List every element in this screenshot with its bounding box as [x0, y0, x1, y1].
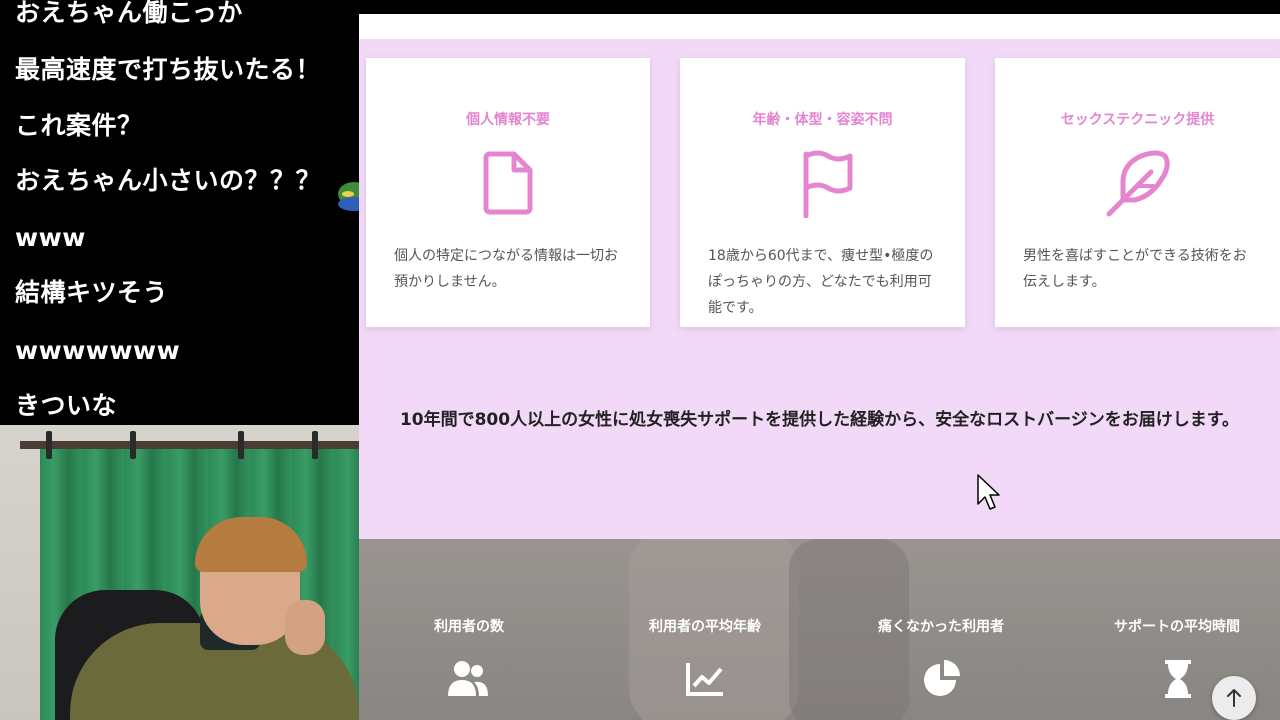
curtain-clip	[46, 431, 52, 459]
chat-message: 結構キツそう	[15, 278, 169, 307]
feather-icon	[1106, 150, 1170, 217]
pie-chart-icon	[924, 660, 960, 696]
feature-card-anyone: 年齢・体型・容姿不問 18歳から60代まで、痩せ型•極度のぽっちゃりの方、どなた…	[680, 58, 965, 327]
hourglass-icon	[1165, 660, 1191, 698]
curtain-rod	[20, 441, 359, 449]
feature-card-title: 個人情報不要	[466, 112, 550, 128]
webcam-feed	[0, 425, 359, 720]
feature-card-text: 個人の特定につながる情報は一切お預かりしません。	[394, 248, 618, 290]
chat-overlay: おえちゃん働こっか 最高速度で打ち抜いたる！ これ案件？ おえちゃん小さいの？？…	[0, 0, 359, 425]
mouse-cursor-icon	[977, 474, 1000, 510]
chat-message: wwwwwww	[15, 336, 181, 365]
site-header-strip	[359, 14, 1280, 39]
stat-label-users: 利用者の数	[434, 619, 504, 635]
feature-card-text: 18歳から60代まで、痩せ型•極度のぽっちゃりの方、どなたでも利用可能です。	[708, 248, 934, 316]
stats-section: 利用者の数 利用者の平均年齢 痛くなかった利用者 サポートの平均時間	[359, 539, 1280, 720]
screen-top-edge	[359, 0, 1280, 14]
features-section: 個人情報不要 個人の特定につながる情報は一切お預かりしません。 年齢・体型・容姿…	[359, 39, 1280, 539]
curtain-clip	[238, 431, 244, 459]
feature-card-title: セックステクニック提供	[1060, 112, 1215, 128]
feature-card-text: 男性を喜ばすことができる技術をお伝えします。	[1023, 248, 1247, 290]
frog-sticker-icon	[338, 182, 359, 211]
document-icon	[483, 151, 533, 215]
scroll-to-top-button[interactable]	[1212, 676, 1256, 720]
chat-message: おえちゃん小さいの？？？	[15, 166, 322, 195]
chat-message: きついな	[15, 391, 118, 420]
users-icon	[448, 661, 488, 696]
chat-message: これ案件？	[15, 111, 143, 140]
curtain-clip	[312, 431, 318, 459]
streamer-hand	[285, 600, 325, 655]
stat-label-painless: 痛くなかった利用者	[878, 619, 1004, 635]
arrow-up-icon	[1227, 689, 1241, 707]
curtain-clip	[130, 431, 136, 459]
feature-card-privacy: 個人情報不要 個人の特定につながる情報は一切お預かりしません。	[366, 58, 650, 327]
chat-message: 最高速度で打ち抜いたる！	[15, 55, 322, 84]
chat-message: おえちゃん働こっか	[15, 0, 243, 27]
line-chart-icon	[686, 663, 723, 696]
flag-icon	[803, 150, 853, 218]
stat-label-average-age: 利用者の平均年齢	[649, 619, 761, 635]
lead-statement: 10年間で800人以上の女性に処女喪失サポートを提供した経験から、安全なロストバ…	[399, 410, 1240, 430]
chat-message: www	[15, 223, 86, 252]
stat-label-support-time: サポートの平均時間	[1114, 619, 1240, 635]
feature-card-technique: セックステクニック提供 男性を喜ばすことができる技術をお伝えします。	[995, 58, 1280, 327]
feature-card-title: 年齢・体型・容姿不問	[752, 112, 893, 128]
